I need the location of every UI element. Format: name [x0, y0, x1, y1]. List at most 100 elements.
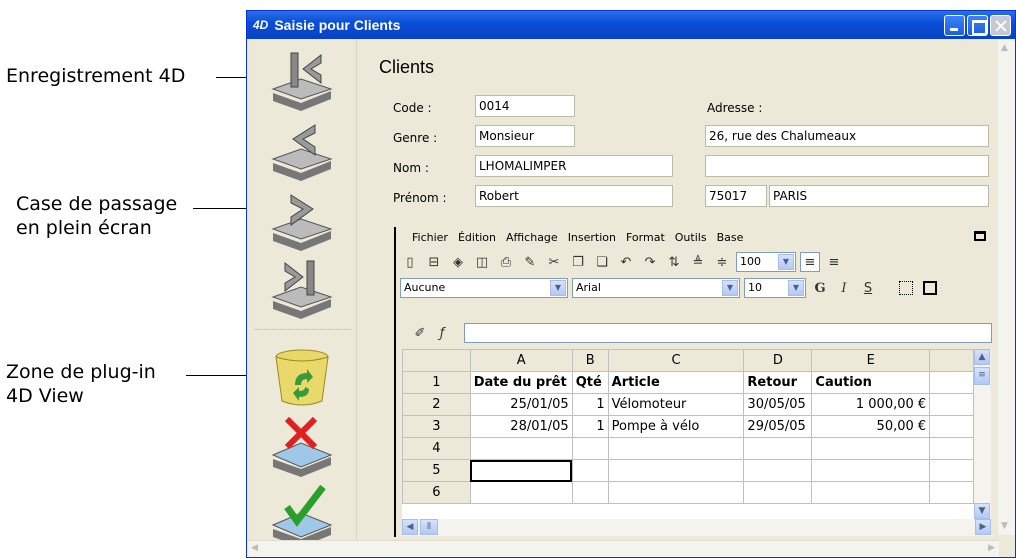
scroll-down-icon[interactable]: ▼ [1001, 521, 1008, 531]
row-header[interactable]: 3 [402, 415, 471, 438]
print-preview-icon[interactable]: ◫ [472, 252, 492, 272]
grid-cell[interactable]: Date du prêt [469, 371, 573, 394]
scroll-right-icon[interactable]: ▶ [975, 519, 991, 535]
border-solid-icon[interactable] [920, 278, 940, 298]
paste-icon[interactable]: ❏ [592, 252, 612, 272]
row-header[interactable]: 5 [402, 459, 471, 482]
open-folder-icon[interactable]: ⊟ [424, 252, 444, 272]
zoom-select[interactable]: 100 ▼ [736, 252, 796, 272]
code-postal-field[interactable]: 75017 [705, 185, 767, 207]
grid-cell[interactable]: Retour [743, 371, 813, 394]
chevron-down-icon[interactable]: ▼ [722, 280, 738, 296]
scroll-left-icon[interactable]: ◀ [251, 543, 258, 553]
menu-affichage[interactable]: Affichage [506, 231, 558, 244]
border-dotted-icon[interactable] [896, 278, 916, 298]
column-header[interactable] [929, 349, 974, 372]
grid-cell[interactable] [469, 481, 573, 504]
column-header[interactable]: E [811, 349, 931, 372]
sort-ascending-icon[interactable]: ≜ [688, 252, 708, 272]
fullscreen-toggle[interactable] [974, 231, 986, 241]
row-header[interactable]: 2 [402, 393, 471, 416]
font-select[interactable]: Arial ▼ [572, 278, 740, 298]
grid-cell[interactable] [469, 437, 573, 460]
style-select[interactable]: Aucune ▼ [400, 278, 568, 298]
chevron-down-icon[interactable]: ▼ [550, 280, 566, 296]
align-center-icon[interactable]: ≡ [824, 252, 844, 272]
grid-cell[interactable]: 1 000,00 € [811, 393, 931, 416]
spreadsheet-grid[interactable]: A B C D E 1 Date du prêt Qté Article Retour C… [402, 349, 974, 519]
scroll-up-icon[interactable]: ▲ [1001, 43, 1008, 53]
grid-cell[interactable]: 1 [571, 393, 609, 416]
nom-field[interactable]: LHOMALIMPER [475, 155, 673, 177]
column-header[interactable]: D [743, 349, 813, 372]
grid-cell[interactable] [571, 437, 609, 460]
grid-cell[interactable] [929, 481, 974, 504]
menu-insertion[interactable]: Insertion [568, 231, 616, 244]
menu-edition[interactable]: Édition [458, 231, 496, 244]
formula-icon[interactable]: ✐ [410, 323, 430, 343]
minimize-button[interactable] [944, 15, 965, 36]
sort-icon[interactable]: ⇅ [664, 252, 684, 272]
ville-field[interactable]: PARIS [769, 185, 989, 207]
chevron-down-icon[interactable]: ▼ [788, 280, 804, 296]
menu-base[interactable]: Base [717, 231, 744, 244]
window-vertical-scrollbar[interactable]: ▲ ▼ [998, 39, 1015, 535]
grid-cell[interactable] [607, 459, 745, 482]
grid-cell[interactable]: 29/05/05 [743, 415, 813, 438]
scroll-left-icon[interactable]: ◀ [402, 519, 418, 535]
menu-format[interactable]: Format [626, 231, 665, 244]
size-select[interactable]: 10 ▼ [744, 278, 806, 298]
scroll-right-icon[interactable]: ▶ [988, 543, 995, 553]
adresse-line1-field[interactable]: 26, rue des Chalumeaux [705, 125, 989, 147]
grid-cell[interactable] [929, 371, 974, 394]
print-icon[interactable]: ⎙ [496, 252, 516, 272]
corner-cell[interactable] [402, 349, 471, 372]
undo-icon[interactable]: ↶ [616, 252, 636, 272]
grid-cell[interactable] [811, 481, 931, 504]
grid-cell[interactable] [929, 393, 974, 416]
grid-cell[interactable]: 25/01/05 [469, 393, 573, 416]
grid-cell[interactable]: 28/01/05 [469, 415, 573, 438]
redo-icon[interactable]: ↷ [640, 252, 660, 272]
grid-cell[interactable] [811, 437, 931, 460]
grid-cell[interactable]: Article [607, 371, 745, 394]
grid-cell[interactable] [743, 459, 813, 482]
grid-cell[interactable] [607, 437, 745, 460]
grid-vertical-scrollbar[interactable]: ▲ ≡ ▼ [974, 349, 991, 519]
scroll-thumb[interactable]: ⦀ [420, 519, 438, 535]
adresse-line2-field[interactable] [705, 155, 989, 177]
column-header[interactable]: C [607, 349, 745, 372]
grid-horizontal-scrollbar[interactable]: ◀ ⦀ ▶ [402, 519, 991, 536]
row-header[interactable]: 6 [402, 481, 471, 504]
save-icon[interactable]: ◈ [448, 252, 468, 272]
genre-field[interactable]: Monsieur [475, 125, 575, 147]
new-document-icon[interactable]: ▯ [400, 252, 420, 272]
next-record-icon[interactable] [265, 189, 339, 253]
column-header[interactable]: A [469, 349, 573, 372]
code-field[interactable]: 0014 [475, 95, 575, 117]
italic-icon[interactable]: I [834, 278, 854, 298]
copy-icon[interactable]: ❐ [568, 252, 588, 272]
align-left-icon[interactable]: ≡ [800, 252, 820, 272]
grid-cell[interactable] [811, 459, 931, 482]
close-button[interactable] [990, 15, 1011, 36]
find-icon[interactable]: ✎ [520, 252, 540, 272]
grid-cell[interactable]: Qté [571, 371, 609, 394]
scroll-thumb[interactable]: ≡ [974, 367, 990, 385]
grid-cell[interactable]: 50,00 € [811, 415, 931, 438]
previous-record-icon[interactable] [265, 119, 339, 183]
scroll-down-icon[interactable]: ▼ [974, 503, 990, 519]
menu-outils[interactable]: Outils [675, 231, 707, 244]
grid-cell[interactable]: Caution [811, 371, 931, 394]
title-bar[interactable]: 4D Saisie pour Clients [247, 11, 1015, 39]
grid-cell[interactable]: 1 [571, 415, 609, 438]
grid-cell[interactable] [571, 481, 609, 504]
chevron-down-icon[interactable]: ▼ [778, 254, 794, 270]
first-record-icon[interactable] [265, 49, 339, 113]
delete-record-icon[interactable] [265, 345, 339, 409]
grid-cell[interactable]: Vélomoteur [607, 393, 745, 416]
edit-formula-icon[interactable]: ƒ [432, 323, 452, 343]
grid-cell[interactable] [743, 481, 813, 504]
row-header[interactable]: 4 [402, 437, 471, 460]
prenom-field[interactable]: Robert [475, 185, 673, 207]
